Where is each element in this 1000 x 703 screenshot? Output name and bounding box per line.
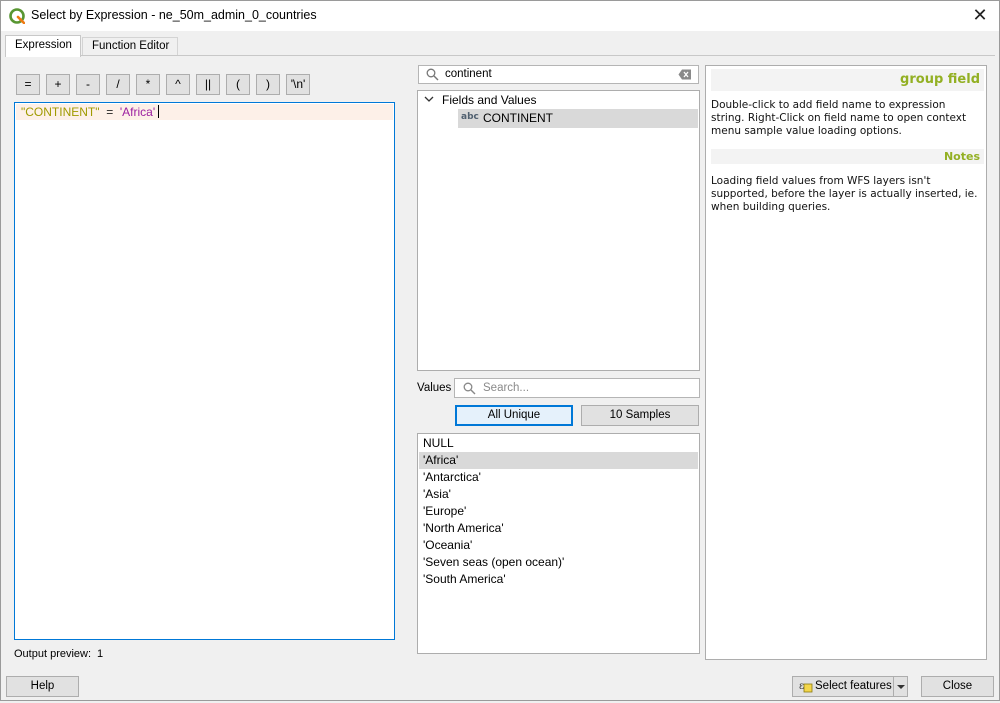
operator-close-paren-button[interactable]: ): [256, 74, 280, 95]
help-heading: group field: [711, 69, 984, 91]
operator-equals-button[interactable]: =: [16, 74, 40, 95]
operator-plus-button[interactable]: +: [46, 74, 70, 95]
notes-heading: Notes: [711, 149, 984, 164]
tab-expression[interactable]: Expression: [5, 35, 81, 57]
search-icon: [426, 68, 439, 81]
tree-item-continent[interactable]: abc CONTINENT: [458, 109, 698, 128]
select-features-dropdown[interactable]: [893, 677, 907, 696]
list-item[interactable]: 'Oceania': [419, 537, 698, 554]
function-search-input[interactable]: continent: [418, 65, 699, 84]
title-bar: Select by Expression - ne_50m_admin_0_co…: [1, 1, 999, 31]
qgis-logo-icon: [9, 8, 25, 24]
output-preview-value: 1: [97, 648, 104, 660]
window-title: Select by Expression - ne_50m_admin_0_co…: [31, 8, 317, 22]
chevron-down-icon[interactable]: [424, 94, 434, 104]
values-search-input[interactable]: Search...: [454, 378, 700, 398]
operator-minus-button[interactable]: -: [76, 74, 100, 95]
help-panel: group field Double-click to add field na…: [705, 65, 987, 660]
list-item[interactable]: 'Africa': [419, 452, 698, 469]
all-unique-button[interactable]: All Unique: [455, 405, 573, 426]
values-label: Values: [417, 382, 452, 394]
list-item[interactable]: 'Europe': [419, 503, 698, 520]
select-by-expression-icon: ε: [799, 681, 813, 693]
search-icon: [463, 382, 476, 395]
select-by-expression-dialog: Select by Expression - ne_50m_admin_0_co…: [0, 0, 1000, 701]
expression-operator-token: =: [106, 105, 114, 119]
ten-samples-button[interactable]: 10 Samples: [581, 405, 699, 426]
clear-search-icon[interactable]: [678, 69, 692, 80]
current-line-highlight: "CONTINENT" = 'Africa': [16, 104, 393, 120]
operator-divide-button[interactable]: /: [106, 74, 130, 95]
help-button[interactable]: Help: [6, 676, 79, 697]
list-item[interactable]: 'Asia': [419, 486, 698, 503]
list-item[interactable]: 'Seven seas (open ocean)': [419, 554, 698, 571]
operator-open-paren-button[interactable]: (: [226, 74, 250, 95]
values-search-placeholder: Search...: [483, 382, 530, 394]
select-features-button[interactable]: ε Select features: [792, 676, 908, 697]
output-preview-label: Output preview:: [14, 648, 92, 660]
function-search-value: continent: [445, 68, 492, 80]
expression-string-token: 'Africa': [119, 105, 156, 119]
list-item[interactable]: NULL: [419, 435, 698, 452]
notes-text: Loading field values from WFS layers isn…: [711, 175, 978, 213]
close-button[interactable]: Close: [921, 676, 994, 697]
list-item[interactable]: 'South America': [419, 571, 698, 588]
text-caret: [158, 105, 160, 118]
help-description: Double-click to add field name to expres…: [711, 99, 967, 137]
list-item[interactable]: 'North America': [419, 520, 698, 537]
operator-concat-button[interactable]: ||: [196, 74, 220, 95]
expression-editor[interactable]: "CONTINENT" = 'Africa': [14, 102, 395, 640]
expression-field-token: "CONTINENT": [21, 105, 100, 119]
function-tree[interactable]: Fields and Values abc CONTINENT: [417, 90, 700, 371]
string-field-icon: abc: [461, 112, 479, 122]
operator-multiply-button[interactable]: *: [136, 74, 160, 95]
output-preview: Output preview: 1: [14, 648, 109, 660]
tree-group-fields-and-values[interactable]: Fields and Values: [419, 92, 698, 109]
values-list[interactable]: NULL 'Africa' 'Antarctica' 'Asia' 'Europ…: [417, 433, 700, 654]
tree-item-label: CONTINENT: [483, 111, 553, 125]
tab-function-editor[interactable]: Function Editor: [82, 37, 178, 56]
operator-power-button[interactable]: ^: [166, 74, 190, 95]
window-close-icon[interactable]: ✕: [969, 5, 991, 27]
expression-text: "CONTINENT" = 'Africa': [21, 105, 160, 119]
select-features-label: Select features: [815, 680, 892, 692]
dropdown-arrow-icon: [897, 685, 905, 689]
tree-group-label: Fields and Values: [442, 93, 537, 107]
svg-text:ε: ε: [799, 681, 804, 692]
list-item[interactable]: 'Antarctica': [419, 469, 698, 486]
tab-panel-divider: [5, 55, 995, 56]
operator-newline-button[interactable]: '\n': [286, 74, 310, 95]
